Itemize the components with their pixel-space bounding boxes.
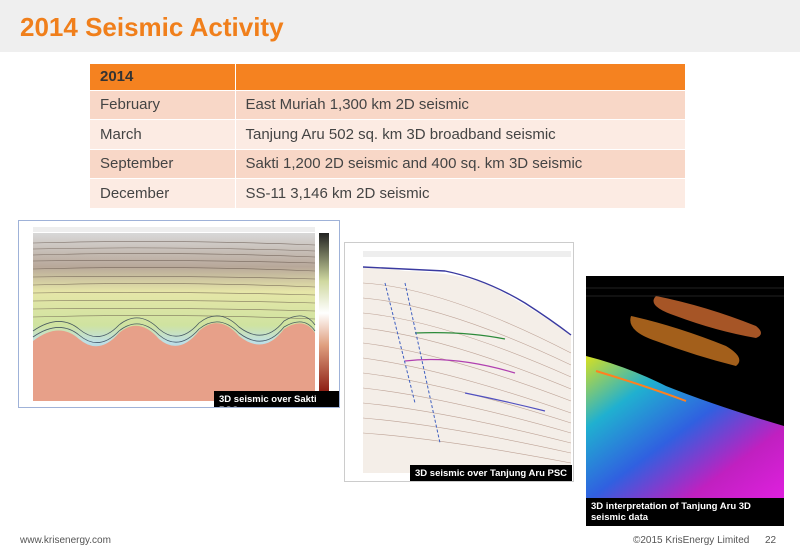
title-bar: 2014 Seismic Activity [0,0,800,52]
tanjung-aru-3d-caption: 3D interpretation of Tanjung Aru 3D seis… [586,498,784,526]
table-row: December SS-11 3,146 km 2D seismic [90,178,685,208]
table-header-blank [234,64,685,90]
sakti-seismic-image: 3D seismic over Sakti PSC [18,220,340,408]
table-cell-activity: Tanjung Aru 502 sq. km 3D broadband seis… [234,119,685,149]
table-cell-month: December [90,178,235,208]
page-number: 22 [765,535,777,546]
seismic-activity-table: 2014 February East Muriah 1,300 km 2D se… [90,64,685,208]
table-row: September Sakti 1,200 2D seismic and 400… [90,148,685,179]
footer-url[interactable]: www.krisenergy.com [20,535,111,546]
table-cell-month: March [90,119,235,149]
tanjung-aru-3d-image: 3D interpretation of Tanjung Aru 3D seis… [586,276,784,526]
sakti-caption: 3D seismic over Sakti PSC [214,391,339,407]
table-cell-activity: Sakti 1,200 2D seismic and 400 sq. km 3D… [234,148,685,179]
table-header-year: 2014 [90,64,235,90]
table-cell-month: February [90,89,235,120]
tanjung-aru-caption: 3D seismic over Tanjung Aru PSC [410,465,573,481]
table-header-row: 2014 [90,64,685,90]
table-row: February East Muriah 1,300 km 2D seismic [90,89,685,120]
slide-title: 2014 Seismic Activity [20,12,284,42]
tanjung-aru-seismic-image: 3D seismic over Tanjung Aru PSC [344,242,574,482]
table-cell-activity: East Muriah 1,300 km 2D seismic [234,89,685,120]
table-cell-month: September [90,148,235,179]
table-row: March Tanjung Aru 502 sq. km 3D broadban… [90,119,685,149]
footer-copyright: ©2015 KrisEnergy Limited [633,535,750,546]
table-cell-activity: SS-11 3,146 km 2D seismic [234,178,685,208]
